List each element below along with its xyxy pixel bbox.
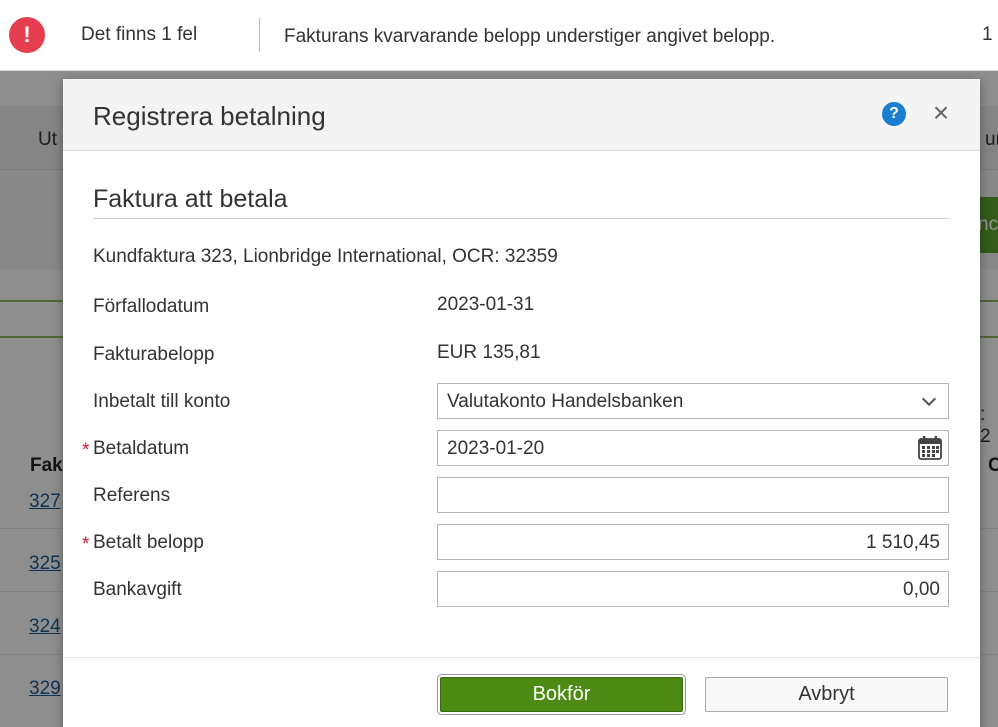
bank-fee-value: 0,00: [903, 579, 940, 600]
due-date-label: Förfallodatum: [93, 296, 210, 317]
error-banner: ! Det finns 1 fel Fakturans kvarvarande …: [0, 0, 998, 71]
section-divider: [93, 218, 949, 219]
reference-label: Referens: [93, 485, 171, 506]
bank-fee-label: Bankavgift: [93, 579, 182, 600]
footer-divider: [63, 657, 980, 658]
error-message: Fakturans kvarvarande belopp understiger…: [284, 26, 776, 47]
book-button[interactable]: Bokför: [440, 677, 683, 712]
paid-amount-input[interactable]: 1 510,45: [437, 524, 949, 560]
deposit-account-selected: Valutakonto Handelsbanken: [447, 391, 684, 412]
required-marker: *: [82, 534, 90, 555]
invoice-amount-label: Fakturabelopp: [93, 344, 215, 365]
reference-input[interactable]: [437, 477, 949, 513]
cancel-button[interactable]: Avbryt: [705, 677, 948, 712]
register-payment-dialog: Registrera betalning ? × Faktura att bet…: [63, 79, 980, 727]
dialog-title: Registrera betalning: [93, 101, 326, 131]
required-marker: *: [82, 440, 90, 461]
error-count-text[interactable]: Det finns 1 fel: [81, 24, 197, 46]
bank-fee-input[interactable]: 0,00: [437, 571, 949, 607]
payment-date-value: 2023-01-20: [447, 438, 545, 459]
exclamation-icon: !: [9, 17, 45, 53]
section-title: Faktura att betala: [93, 185, 288, 213]
deposit-account-label: Inbetalt till konto: [93, 391, 231, 412]
paid-amount-value: 1 510,45: [866, 532, 940, 553]
deposit-account-select[interactable]: Valutakonto Handelsbanken: [437, 383, 949, 419]
payment-date-field[interactable]: 2023-01-20: [437, 430, 949, 466]
due-date-value: 2023-01-31: [437, 294, 535, 315]
invoice-amount-value: EUR 135,81: [437, 342, 541, 363]
help-icon[interactable]: ?: [882, 102, 906, 126]
dialog-header: Registrera betalning ? ×: [63, 79, 980, 151]
invoice-reference: Kundfaktura 323, Lionbridge Internationa…: [93, 246, 558, 267]
paid-amount-label: Betalt belopp: [93, 532, 204, 553]
close-icon[interactable]: ×: [929, 99, 953, 127]
chevron-down-icon: [921, 391, 937, 407]
error-trailing-number: 1: [982, 24, 993, 45]
payment-date-label: Betaldatum: [93, 438, 190, 459]
error-divider: [259, 18, 260, 52]
calendar-icon[interactable]: [917, 435, 943, 461]
